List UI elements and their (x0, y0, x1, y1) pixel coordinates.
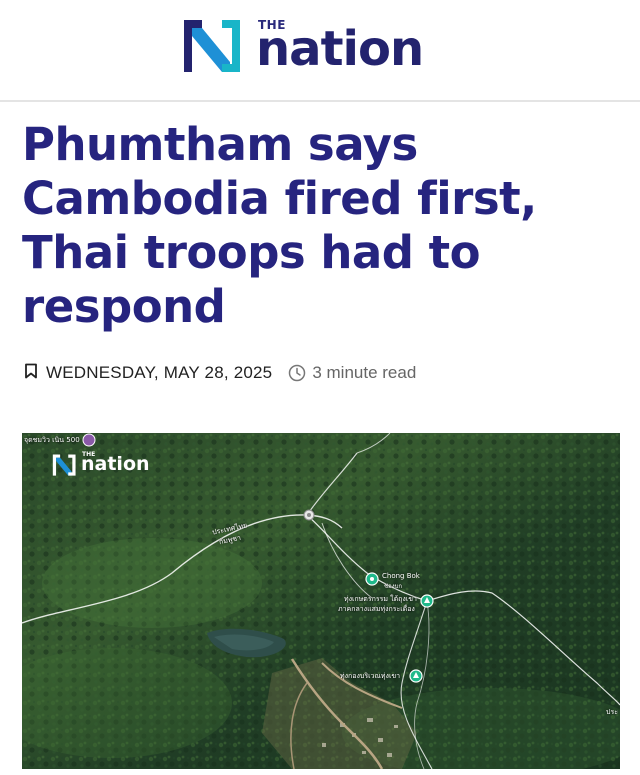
hero-image[interactable]: จุดชมวิว เนิน 500 THE nation ประเทศไทย ก… (22, 433, 620, 769)
map-corner-label: จุดชมวิว เนิน 500 (24, 436, 80, 444)
article-headline: Phumtham says Cambodia fired first, Thai… (22, 118, 537, 333)
edge-label: ประ (606, 708, 618, 716)
site-header: THE nation (0, 0, 640, 102)
marker-label-3: ทุ่งกองบริเวณทุ่งเขา (340, 672, 401, 680)
satellite-map-image (22, 433, 620, 769)
nation-logo-mark-icon (184, 20, 240, 72)
bookmark-icon[interactable] (24, 363, 38, 384)
publish-date: WEDNESDAY, MAY 28, 2025 (46, 363, 273, 382)
clock-icon (288, 364, 306, 382)
marker-label-2: ภาคกลางแสมทุ่งกระเดื่อง (338, 605, 415, 613)
nation-watermark-icon (52, 454, 76, 476)
read-time: 3 minute read (312, 363, 417, 382)
place-label-chong-bok: Chong Bok (382, 572, 420, 580)
logo-wordmark: nation (256, 21, 424, 77)
watermark-wordmark: nation (81, 453, 150, 475)
place-sublabel-chong-bok: ช่องบก (384, 583, 403, 590)
site-logo[interactable]: THE nation (182, 18, 424, 74)
article-meta: WEDNESDAY, MAY 28, 2025 3 minute read (24, 362, 416, 384)
map-marker-chong-bok (365, 572, 379, 586)
image-watermark-logo: THE nation (52, 451, 150, 477)
